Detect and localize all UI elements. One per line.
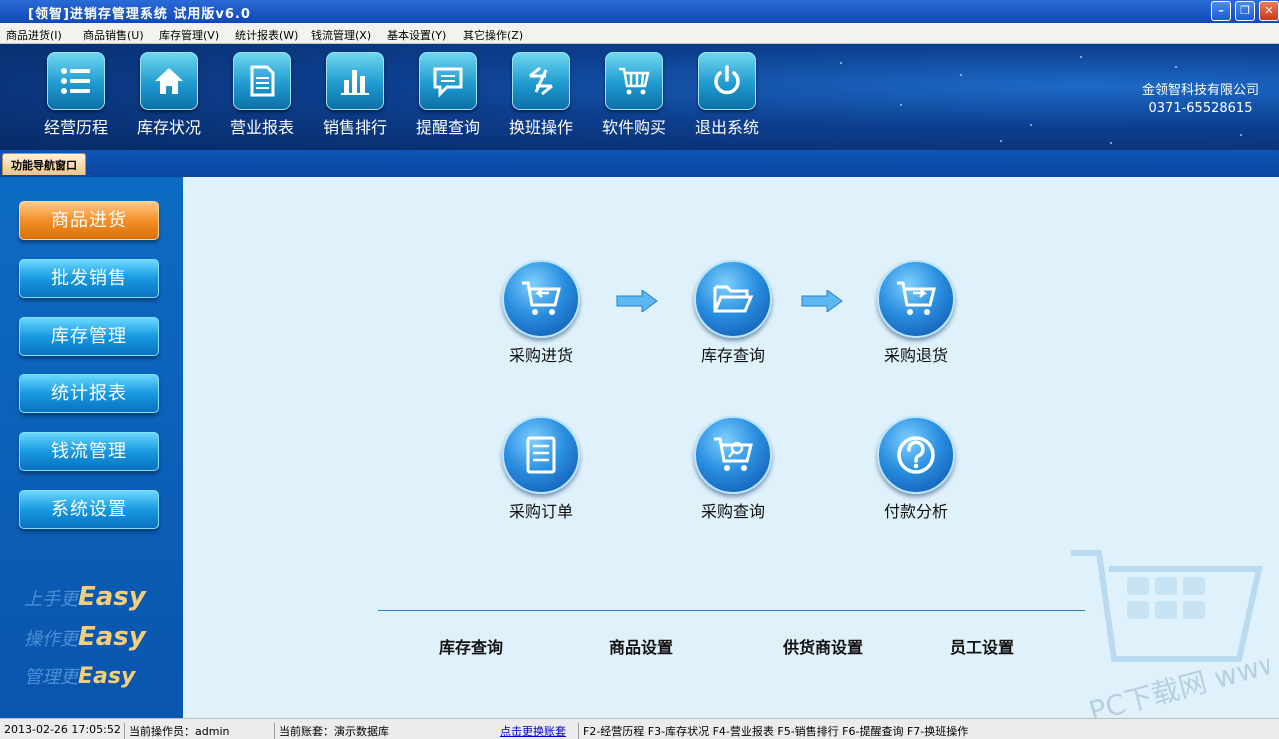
arrow-right-icon [801, 290, 843, 312]
func-purchase-in[interactable]: 采购进货 [481, 260, 601, 366]
toolbar-label: 库存状况 [136, 118, 201, 137]
toolbar-label: 换班操作 [508, 118, 573, 137]
toolbar-label: 退出系统 [694, 118, 759, 137]
company-phone: 0371-65528615 [1148, 101, 1253, 116]
link-stock-query[interactable]: 库存查询 [439, 634, 503, 658]
menu-item-inventory[interactable]: 库存管理(V) [159, 27, 219, 43]
func-label: 付款分析 [883, 502, 948, 521]
toolbar-shift-button[interactable]: 换班操作 [501, 52, 581, 138]
order-icon [502, 416, 580, 494]
exchange-icon [512, 52, 570, 110]
menu-item-sales[interactable]: 商品销售(U) [83, 27, 144, 43]
divider [378, 610, 1085, 611]
window-title: [领智]进销存管理系统 试用版v6.0 [28, 7, 251, 22]
sidebar-item-cashflow[interactable]: 钱流管理 [19, 432, 159, 471]
status-operator: 当前操作员：admin [124, 723, 229, 739]
toolbar-label: 营业报表 [229, 118, 294, 137]
cart-in-icon [502, 260, 580, 338]
watermark-cart-icon: PC下载网 www.pcsoft.com.cn [1071, 550, 1269, 718]
minimize-button[interactable]: – [1211, 1, 1231, 21]
header-toolbar: 经营历程 库存状况 营业报表 销售排行 提醒查询 换班操作 软件购买 退出系统 … [0, 44, 1279, 150]
sidebar-item-reports[interactable]: 统计报表 [19, 374, 159, 413]
toolbar-label: 销售排行 [322, 118, 387, 137]
toolbar-reminder-button[interactable]: 提醒查询 [408, 52, 488, 138]
func-stock-query[interactable]: 库存查询 [673, 260, 793, 366]
message-icon [419, 52, 477, 110]
sidebar-item-settings[interactable]: 系统设置 [19, 490, 159, 529]
func-label: 采购进货 [508, 346, 573, 365]
company-name: 金领智科技有限公司 [1141, 83, 1259, 98]
func-purchase-order[interactable]: 采购订单 [481, 416, 601, 522]
menu-item-purchase[interactable]: 商品进货(I) [6, 27, 62, 43]
company-info: 金领智科技有限公司 0371-65528615 [1142, 82, 1259, 118]
sidebar: 商品进货 批发销售 库存管理 统计报表 钱流管理 系统设置 上手更Easy 操作… [0, 177, 183, 718]
folder-icon [694, 260, 772, 338]
tab-nav-window[interactable]: 功能导航窗口 [2, 153, 86, 175]
menu-item-settings[interactable]: 基本设置(Y) [387, 27, 446, 43]
status-datetime: 2013-02-26 17:05:52 [4, 723, 121, 736]
cart-icon [605, 52, 663, 110]
home-icon [140, 52, 198, 110]
power-icon [698, 52, 756, 110]
status-shortcuts: F2-经营历程 F3-库存状况 F4-营业报表 F5-销售排行 F6-提醒查询 … [578, 723, 968, 739]
link-supplier-settings[interactable]: 供货商设置 [783, 634, 863, 658]
link-product-settings[interactable]: 商品设置 [609, 634, 673, 658]
bar-chart-icon [326, 52, 384, 110]
toolbar-label: 经营历程 [43, 118, 108, 137]
func-purchase-return[interactable]: 采购退货 [856, 260, 976, 366]
sidebar-item-inventory[interactable]: 库存管理 [19, 317, 159, 356]
title-bar: [领智]进销存管理系统 试用版v6.0 – ❐ ✕ [0, 0, 1279, 23]
func-label: 采购订单 [508, 502, 573, 521]
sidebar-item-wholesale[interactable]: 批发销售 [19, 259, 159, 298]
func-label: 库存查询 [700, 346, 765, 365]
toolbar-label: 提醒查询 [415, 118, 480, 137]
toolbar-report-button[interactable]: 营业报表 [222, 52, 302, 138]
list-icon [47, 52, 105, 110]
menu-bar: 商品进货(I) 商品销售(U) 库存管理(V) 统计报表(W) 钱流管理(X) … [0, 23, 1279, 44]
menu-item-other[interactable]: 其它操作(Z) [463, 27, 523, 43]
status-account: 当前账套：演示数据库 [274, 723, 389, 739]
func-purchase-query[interactable]: 采购查询 [673, 416, 793, 522]
slogan-line: 上手更Easy [24, 582, 146, 612]
toolbar-history-button[interactable]: 经营历程 [36, 52, 116, 138]
cart-search-icon [694, 416, 772, 494]
arrow-right-icon [616, 290, 658, 312]
status-bar: 2013-02-26 17:05:52 当前操作员：admin 当前账套：演示数… [0, 718, 1279, 739]
main-panel: 采购进货 库存查询 采购退货 采购订单 采购查询 付款分析 库存查询 商品设置 [183, 177, 1279, 718]
sidebar-item-purchase[interactable]: 商品进货 [19, 201, 159, 240]
toolbar-ranking-button[interactable]: 销售排行 [315, 52, 395, 138]
switch-account-link[interactable]: 点击更换账套 [496, 723, 566, 739]
menu-item-cashflow[interactable]: 钱流管理(X) [311, 27, 371, 43]
slogan-line: 操作更Easy [24, 622, 146, 652]
func-label: 采购退货 [883, 346, 948, 365]
cart-return-icon [877, 260, 955, 338]
toolbar-exit-button[interactable]: 退出系统 [687, 52, 767, 138]
toolbar-label: 软件购买 [601, 118, 666, 137]
tab-strip: 功能导航窗口 [0, 150, 1279, 177]
document-icon [233, 52, 291, 110]
restore-button[interactable]: ❐ [1235, 1, 1255, 21]
menu-item-reports[interactable]: 统计报表(W) [235, 27, 298, 43]
close-button[interactable]: ✕ [1259, 1, 1279, 21]
question-icon [877, 416, 955, 494]
func-payment-analysis[interactable]: 付款分析 [856, 416, 976, 522]
toolbar-purchase-button[interactable]: 软件购买 [594, 52, 674, 138]
link-staff-settings[interactable]: 员工设置 [950, 634, 1014, 658]
toolbar-stock-button[interactable]: 库存状况 [129, 52, 209, 138]
slogan-line: 管理更Easy [24, 664, 136, 689]
func-label: 采购查询 [700, 502, 765, 521]
